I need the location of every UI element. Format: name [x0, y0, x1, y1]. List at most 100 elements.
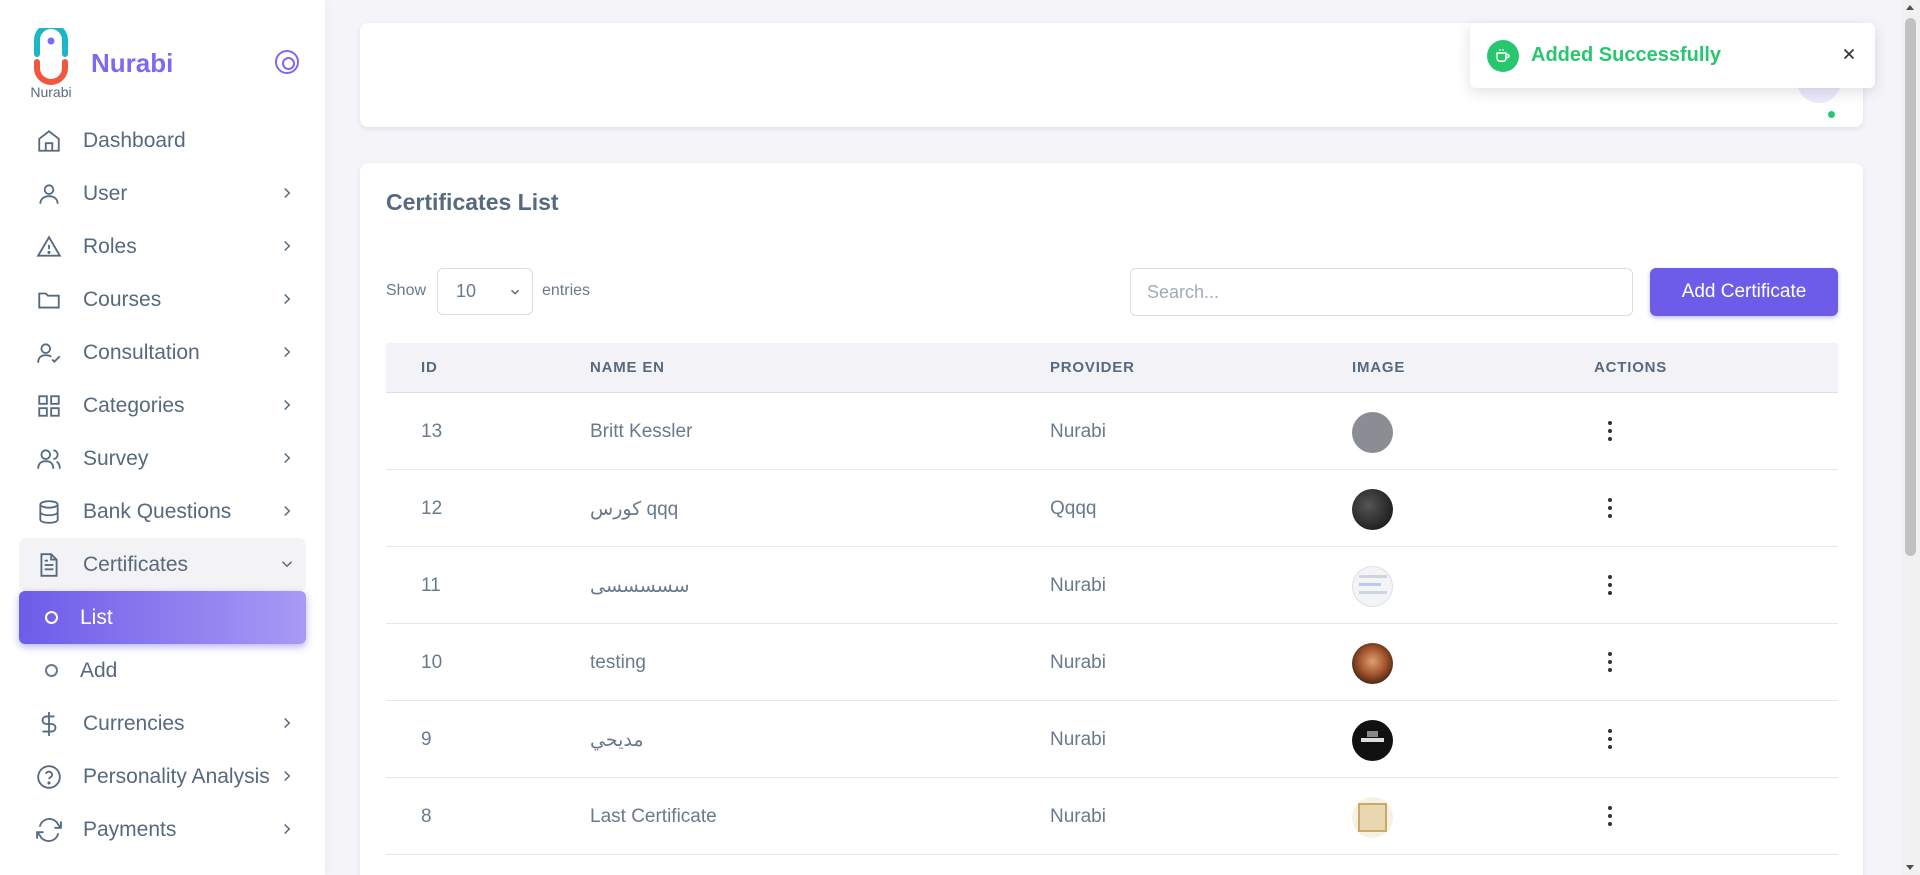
entries-select[interactable]: 10: [437, 268, 533, 315]
sidebar-item-label: Courses: [83, 287, 162, 311]
sidebar-item-payments[interactable]: Payments: [19, 803, 306, 856]
column-header-name[interactable]: NAME EN: [590, 359, 665, 376]
column-header-image[interactable]: IMAGE: [1352, 359, 1405, 376]
cell-id: 10: [421, 652, 443, 673]
sidebar-item-user[interactable]: User: [19, 167, 306, 220]
entries-value: 10: [456, 281, 477, 301]
sidebar-item-dashboard[interactable]: Dashboard: [19, 114, 306, 167]
more-vertical-icon[interactable]: [1606, 652, 1614, 672]
sidebar-subitem-list[interactable]: List: [19, 591, 306, 644]
cell-provider: Nurabi: [1050, 575, 1106, 596]
sidebar-item-roles[interactable]: Roles: [19, 220, 306, 273]
users-icon: [36, 446, 62, 472]
chevron-right-icon: [284, 346, 291, 358]
certificate-thumbnail: [1352, 720, 1393, 761]
brand-name: Nurabi: [91, 48, 174, 78]
sidebar-subitem-label: List: [80, 605, 113, 629]
sidebar-item-label: Categories: [83, 393, 185, 417]
certificate-thumbnail: [1352, 566, 1393, 607]
chevron-right-icon: [284, 293, 291, 305]
column-header-actions: ACTIONS: [1594, 359, 1668, 376]
alert-triangle-icon: [36, 234, 62, 260]
scroll-down-arrow-icon[interactable]: [1906, 865, 1914, 870]
sidebar-toggle-icon[interactable]: [275, 50, 299, 74]
sidebar-item-certificates[interactable]: Certificates: [19, 538, 306, 591]
scroll-up-arrow-icon[interactable]: [1906, 5, 1914, 10]
page-scrollbar[interactable]: [1901, 0, 1920, 875]
user-check-icon: [36, 340, 62, 366]
sidebar: Nurabi Nurabi Dashboard User Roles Cours…: [0, 0, 325, 875]
cell-id: 11: [421, 575, 441, 596]
help-circle-icon: [36, 764, 62, 790]
chevron-right-icon: [284, 240, 291, 252]
circle-icon: [45, 664, 58, 677]
sidebar-item-personality-analysis[interactable]: Personality Analysis: [19, 750, 306, 803]
column-header-id[interactable]: ID: [421, 359, 438, 376]
sidebar-item-label: Certificates: [83, 552, 189, 576]
more-vertical-icon[interactable]: [1606, 806, 1614, 826]
chevron-right-icon: [284, 452, 291, 464]
table-row: 12 كورس qqq Qqqq: [386, 470, 1838, 547]
scrollbar-thumb[interactable]: [1905, 18, 1916, 556]
cell-id: 12: [421, 498, 443, 519]
add-certificate-button[interactable]: Add Certificate: [1650, 268, 1838, 316]
table-row: 9 مديحي Nurabi: [386, 701, 1838, 778]
sidebar-item-label: Currencies: [83, 711, 185, 735]
chevron-right-icon: [284, 505, 291, 517]
more-vertical-icon[interactable]: [1606, 498, 1614, 518]
cell-id: 8: [421, 806, 432, 827]
cell-provider: Nurabi: [1050, 652, 1106, 673]
sidebar-item-consultation[interactable]: Consultation: [19, 326, 306, 379]
sidebar-item-label: Payments: [83, 817, 177, 841]
close-icon[interactable]: [1840, 45, 1858, 63]
chevron-right-icon: [284, 399, 291, 411]
folder-icon: [36, 287, 62, 313]
certificates-table: ID NAME EN PROVIDER IMAGE ACTIONS 13 Bri…: [386, 343, 1838, 855]
cell-name: كورس qqq: [590, 499, 679, 520]
more-vertical-icon[interactable]: [1606, 729, 1614, 749]
sidebar-item-courses[interactable]: Courses: [19, 273, 306, 326]
home-icon: [36, 128, 62, 154]
toast-message: Added Successfully: [1531, 44, 1722, 66]
grid-icon: [36, 393, 62, 419]
sidebar-subitem-label: Add: [80, 658, 118, 682]
chevron-right-icon: [284, 770, 291, 782]
certificate-thumbnail: [1352, 797, 1393, 838]
table-row: 13 Britt Kessler Nurabi: [386, 393, 1838, 470]
more-vertical-icon[interactable]: [1606, 421, 1614, 441]
table-row: 11 سسسسسی Nurabi: [386, 547, 1838, 624]
sidebar-item-label: Survey: [83, 446, 149, 470]
sidebar-item-categories[interactable]: Categories: [19, 379, 306, 432]
more-vertical-icon[interactable]: [1606, 575, 1614, 595]
sidebar-item-label: Roles: [83, 234, 137, 258]
column-header-provider[interactable]: PROVIDER: [1050, 359, 1135, 376]
cell-name: مديحي: [590, 730, 644, 751]
chevron-right-icon: [284, 187, 291, 199]
certificates-card: Certificates List Show 10 entries Add Ce…: [360, 163, 1863, 875]
sidebar-item-bank-questions[interactable]: Bank Questions: [19, 485, 306, 538]
sidebar-item-currencies[interactable]: Currencies: [19, 697, 306, 750]
user-icon: [36, 181, 62, 207]
sidebar-item-survey[interactable]: Survey: [19, 432, 306, 485]
brand[interactable]: Nurabi Nurabi: [28, 28, 308, 102]
certificate-thumbnail: [1352, 489, 1393, 530]
chevron-right-icon: [284, 823, 291, 835]
cell-provider: Nurabi: [1050, 421, 1106, 442]
search-input[interactable]: [1130, 268, 1633, 316]
chevron-right-icon: [284, 717, 291, 729]
sidebar-item-label: Bank Questions: [83, 499, 232, 523]
chevron-down-icon: [281, 561, 293, 568]
cell-id: 13: [421, 421, 443, 442]
file-text-icon: [36, 552, 62, 578]
cell-name: سسسسسی: [590, 576, 690, 597]
cell-provider: Nurabi: [1050, 806, 1106, 827]
show-label: Show: [386, 282, 427, 299]
sidebar-subitem-add[interactable]: Add: [19, 644, 306, 697]
success-toast: Added Successfully: [1470, 23, 1875, 88]
online-status-dot: [1826, 109, 1837, 120]
refresh-icon: [36, 817, 62, 843]
cell-id: 9: [421, 729, 432, 750]
sidebar-item-label: User: [83, 181, 128, 205]
cell-name: Last Certificate: [590, 806, 717, 827]
chevron-down-icon: [510, 289, 520, 295]
